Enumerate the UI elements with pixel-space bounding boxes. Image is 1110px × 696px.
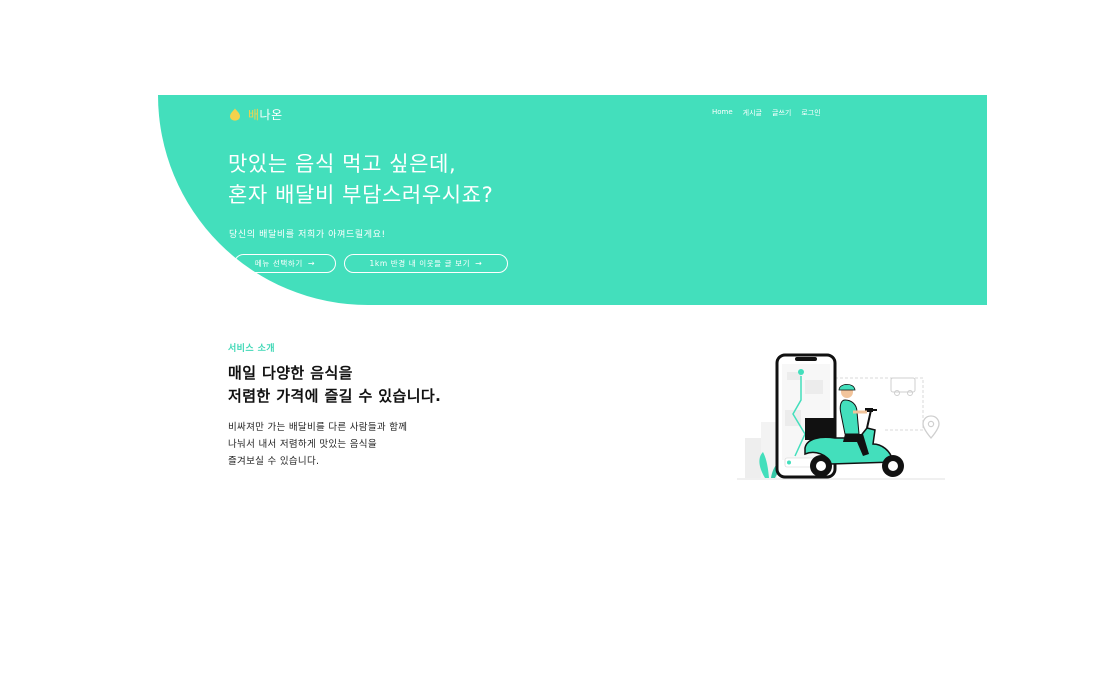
brand-name: 나온 xyxy=(259,108,283,122)
hero-subtitle: 당신의 배달비를 저희가 아껴드릴게요! xyxy=(229,230,386,240)
arrow-right-icon: → xyxy=(307,259,316,268)
arrow-right-icon: → xyxy=(475,259,483,268)
service-title-line1: 매일 다양한 음식을 xyxy=(228,364,353,382)
nav-home[interactable]: Home xyxy=(712,108,733,118)
top-nav: Home 게시글 글쓰기 로그인 xyxy=(712,108,821,118)
nav-login[interactable]: 로그인 xyxy=(801,108,820,118)
hero-title-line1: 맛있는 음식 먹고 싶은데, xyxy=(228,152,457,176)
brand-logo[interactable]: 배 나온 xyxy=(229,106,283,123)
service-title-line2: 저렴한 가격에 즐길 수 있습니다. xyxy=(228,387,442,405)
service-description: 비싸져만 가는 배달비를 다른 사람들과 함께 나눠서 내서 저렴하게 맛있는 … xyxy=(228,419,407,470)
delivery-scooter-illustration xyxy=(737,353,945,480)
hero-title-line2: 혼자 배달비 부담스러우시죠? xyxy=(228,183,494,207)
hero-section: 배 나온 Home 게시글 글쓰기 로그인 맛있는 음식 먹고 싶은데, 혼자 배… xyxy=(158,95,987,305)
page: 배 나온 Home 게시글 글쓰기 로그인 맛있는 음식 먹고 싶은데, 혼자 배… xyxy=(0,0,1110,696)
menu-select-label: 메뉴 선택하기 xyxy=(254,259,303,268)
hero-title: 맛있는 음식 먹고 싶은데, 혼자 배달비 부담스러우시죠? xyxy=(228,149,493,211)
service-desc-line2: 나눠서 내서 저렴하게 맛있는 음식을 xyxy=(228,439,377,450)
nearby-posts-label: 1km 반경 내 이웃들 글 보기 xyxy=(369,259,471,268)
service-eyebrow: 서비스 소개 xyxy=(228,344,275,354)
service-title: 매일 다양한 음식을 저렴한 가격에 즐길 수 있습니다. xyxy=(228,362,441,408)
hero-buttons: 메뉴 선택하기 → 1km 반경 내 이웃들 글 보기 → xyxy=(234,254,508,273)
service-desc-line3: 즐겨보실 수 있습니다. xyxy=(228,456,320,467)
nav-write[interactable]: 글쓰기 xyxy=(772,108,791,118)
menu-select-button[interactable]: 메뉴 선택하기 → xyxy=(234,254,336,273)
nearby-posts-button[interactable]: 1km 반경 내 이웃들 글 보기 → xyxy=(344,254,508,273)
brand-highlight: 배 xyxy=(248,108,260,122)
nav-posts[interactable]: 게시글 xyxy=(743,108,762,118)
drop-icon xyxy=(230,108,240,121)
service-desc-line1: 비싸져만 가는 배달비를 다른 사람들과 함께 xyxy=(228,422,408,433)
